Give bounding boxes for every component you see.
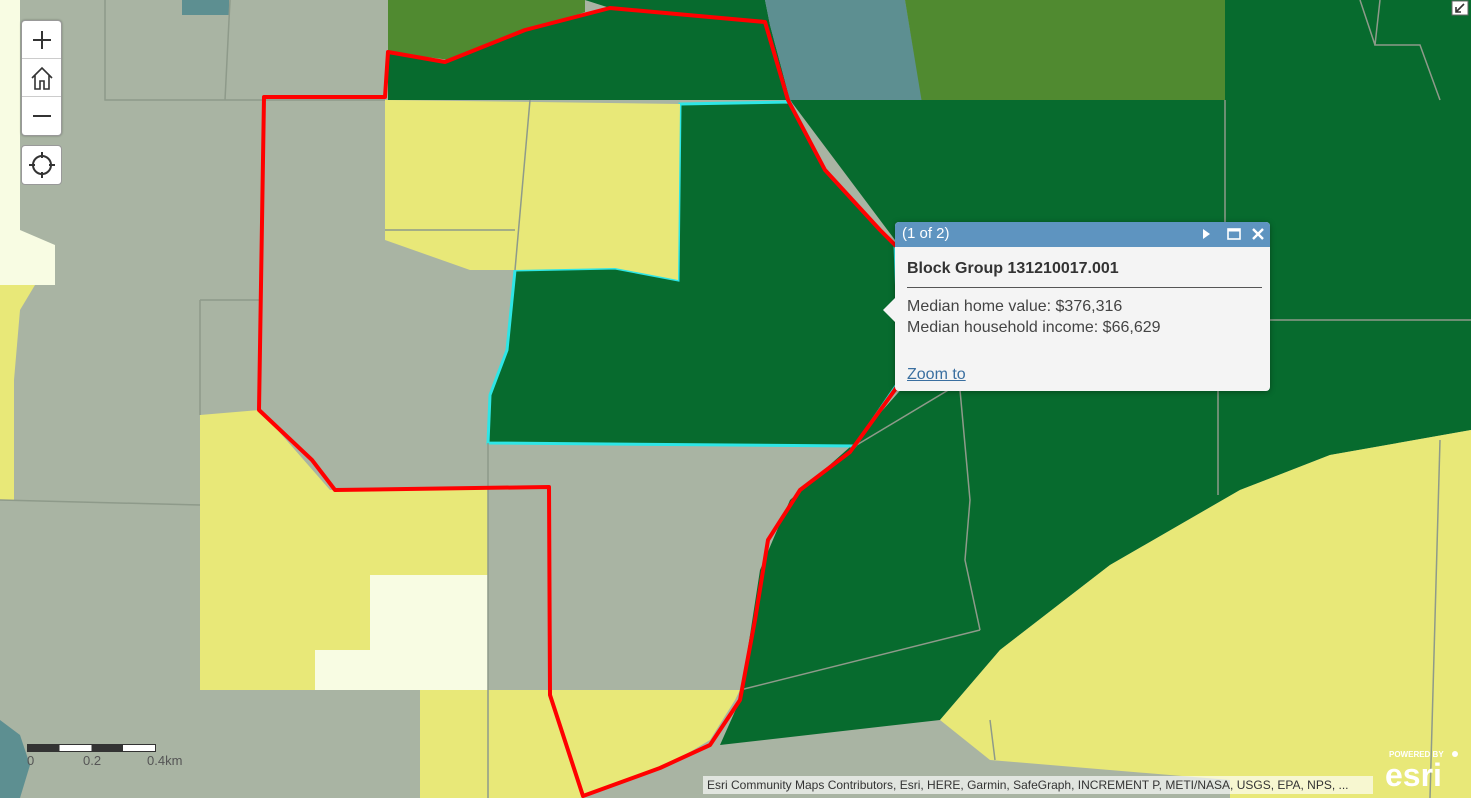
popup-title: Block Group 131210017.001 (907, 260, 1119, 277)
esri-brand-text: esri (1385, 757, 1442, 790)
area-teal-top-center (765, 0, 922, 100)
info-popup: (1 of 2) Block Group 131210017.001 Media… (883, 222, 1270, 391)
scale-label-0: 0 (27, 753, 35, 768)
median-home-value: Median home value: $376,316 (907, 298, 1123, 315)
area-olive-top-right (905, 0, 1225, 103)
area-yellow-top-center (385, 100, 680, 280)
popup-divider (907, 287, 1262, 288)
zoom-to-link[interactable]: Zoom to (907, 366, 966, 384)
zoom-controls (21, 20, 62, 136)
next-feature-icon[interactable] (1198, 226, 1214, 242)
maximize-icon[interactable] (1226, 226, 1242, 242)
scale-label-mid: 0.2 (83, 753, 102, 768)
locate-crosshair-icon (28, 152, 55, 178)
minus-icon (32, 115, 51, 117)
locate-button[interactable] (21, 145, 62, 185)
zoom-in-button[interactable] (22, 21, 61, 59)
map-attribution[interactable]: Esri Community Maps Contributors, Esri, … (703, 776, 1373, 794)
expand-arrow-icon[interactable] (1451, 0, 1469, 16)
esri-logo[interactable]: POWERED BY esri (1385, 748, 1461, 790)
area-teal-top (182, 0, 229, 15)
popup-pointer (883, 298, 895, 322)
close-icon[interactable] (1250, 226, 1266, 242)
plus-icon (32, 30, 51, 49)
popup-header: (1 of 2) (895, 222, 1270, 247)
home-icon (30, 66, 53, 90)
zoom-out-button[interactable] (22, 97, 61, 135)
map-canvas[interactable] (0, 0, 1471, 798)
median-household-income: Median household income: $66,629 (907, 319, 1161, 336)
area-dark-green-top-right (1225, 0, 1471, 103)
popup-count: (1 of 2) (902, 225, 950, 242)
home-button[interactable] (22, 59, 61, 97)
scale-bar: 0 0.2 0.4km (27, 744, 182, 768)
scale-label-end: 0.4km (147, 753, 183, 768)
scale-bar-graphic (27, 744, 156, 752)
